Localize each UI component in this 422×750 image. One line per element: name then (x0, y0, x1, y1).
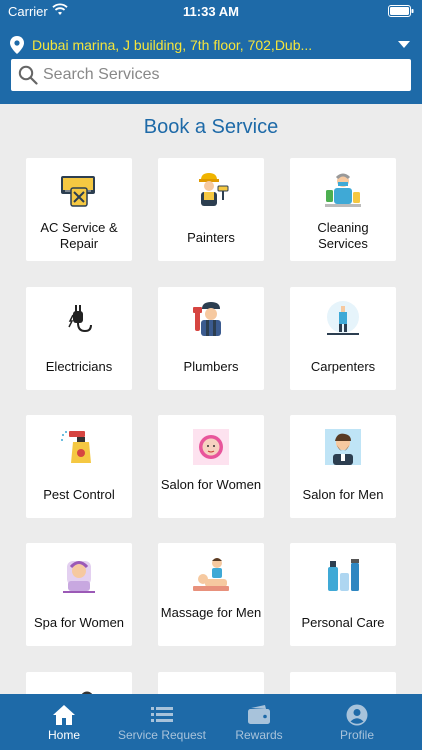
tab-service-request[interactable]: Service Request (112, 694, 212, 750)
service-card-pest-control[interactable]: Pest Control (26, 415, 132, 518)
location-selector[interactable]: Dubai marina, J building, 7th floor, 702… (10, 35, 414, 55)
bottom-tab-bar: Home Service Request Rewards Profile (0, 694, 422, 750)
service-card-painters[interactable]: Painters (158, 158, 264, 261)
plug-icon (68, 305, 92, 333)
ac-icon (61, 176, 95, 207)
carpenter-icon (327, 301, 359, 335)
spray-icon (61, 431, 91, 463)
service-label: Personal Care (301, 615, 385, 630)
spa-icon (63, 561, 95, 593)
service-card-plumbers[interactable]: Plumbers (158, 287, 264, 390)
service-card-spa-women[interactable]: Spa for Women (26, 543, 132, 646)
service-label: Massage for Men (160, 605, 262, 620)
service-card-electricians[interactable]: Electricians (26, 287, 132, 390)
status-time: 11:33 AM (183, 4, 239, 19)
search-icon (18, 65, 38, 85)
service-label: Painters (187, 230, 235, 245)
service-label: Plumbers (183, 359, 239, 374)
location-address: Dubai marina, J building, 7th floor, 702… (32, 37, 313, 53)
tab-label: Rewards (235, 728, 283, 742)
service-label: Salon for Women (160, 477, 262, 492)
tab-label: Service Request (117, 728, 207, 742)
wallet-icon (248, 705, 270, 724)
dropdown-arrow-icon[interactable] (398, 41, 410, 49)
service-label: Salon for Men (302, 487, 384, 502)
painter-icon (199, 173, 229, 206)
section-title: Book a Service (143, 116, 279, 138)
salon-men-icon (325, 429, 361, 465)
service-label: Carpenters (310, 359, 376, 374)
location-pin-icon (10, 36, 24, 54)
service-card-carpenters[interactable]: Carpenters (290, 287, 396, 390)
cleaning-icon (325, 173, 361, 207)
massage-icon (193, 558, 229, 591)
service-label: Pest Control (43, 487, 115, 502)
personal-care-icon (328, 559, 359, 591)
battery-icon (388, 5, 414, 17)
tab-profile[interactable]: Profile (307, 694, 407, 750)
service-label: AC Service & Repair (40, 220, 118, 251)
tab-home[interactable]: Home (14, 694, 114, 750)
tab-label: Home (47, 728, 80, 742)
search-bar[interactable] (11, 59, 411, 91)
list-icon (151, 707, 173, 722)
app-header: Carrier 11:33 AM Dubai marina, J buildin… (0, 0, 422, 104)
service-card-salon-women[interactable]: Salon for Women (158, 415, 264, 518)
profile-icon (346, 704, 368, 726)
service-card-ac[interactable]: AC Service & Repair (26, 158, 132, 261)
tab-label: Profile (339, 728, 374, 742)
service-card-salon-men[interactable]: Salon for Men (290, 415, 396, 518)
status-bar: Carrier 11:33 AM (0, 0, 422, 24)
service-label: Cleaning Services (317, 220, 369, 251)
service-label: Electricians (45, 359, 113, 374)
service-card-massage-men[interactable]: Massage for Men (158, 543, 264, 646)
service-card-personal-care[interactable]: Personal Care (290, 543, 396, 646)
service-label: Spa for Women (33, 615, 125, 630)
search-input[interactable] (43, 63, 403, 87)
tab-rewards[interactable]: Rewards (209, 694, 309, 750)
home-icon (53, 705, 75, 725)
plumber-icon (193, 302, 221, 336)
service-card-cleaning[interactable]: Cleaning Services (290, 158, 396, 261)
salon-women-icon (193, 429, 229, 465)
